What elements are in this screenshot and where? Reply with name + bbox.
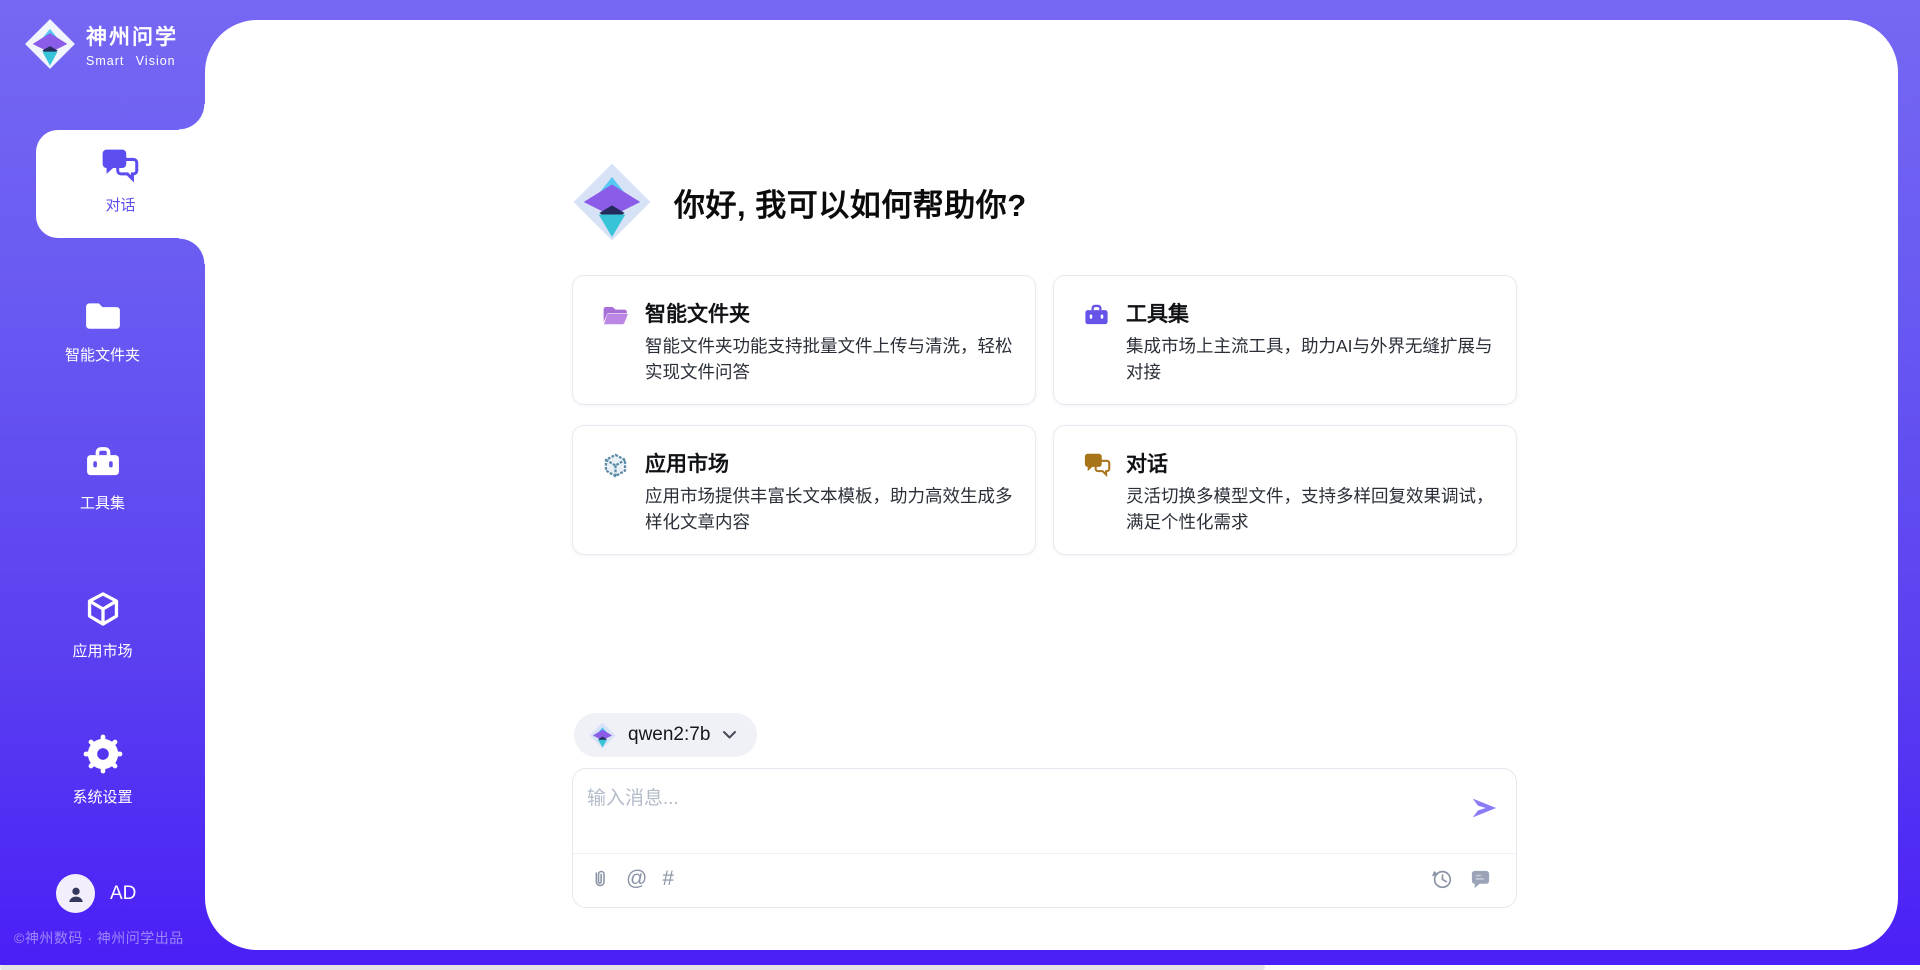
model-name: qwen2:7b (628, 724, 710, 746)
model-selector[interactable]: qwen2:7b (574, 713, 757, 757)
user-profile[interactable]: AD (56, 874, 136, 913)
message-input[interactable] (587, 783, 1447, 845)
chat-bubbles-icon (1083, 452, 1113, 479)
sidebar-item-label: 系统设置 (0, 786, 205, 807)
logo-diamond-icon (572, 162, 652, 242)
briefcase-icon (83, 444, 123, 480)
logo-diamond-icon (24, 18, 76, 70)
tab-fillet-bottom (179, 238, 205, 264)
feature-cards: 智能文件夹 智能文件夹功能支持批量文件上传与清洗，轻松实现文件问答 工具集 集成… (572, 275, 1517, 555)
logo-diamond-icon (589, 722, 616, 749)
folder-open-icon (602, 302, 629, 327)
card-description: 应用市场提供丰富长文本模板，助力高效生成多样化文章内容 (645, 483, 1023, 535)
composer-tools-right (1430, 867, 1492, 891)
app-window: 神州问学 Smart Vision 对话 智能文件夹 工具集 (0, 0, 1920, 970)
sidebar-item-smart-folder[interactable]: 智能文件夹 (0, 298, 205, 365)
chevron-down-icon (722, 730, 737, 740)
app-logo: 神州问学 Smart Vision (24, 18, 178, 70)
card-chat[interactable]: 对话 灵活切换多模型文件，支持多样回复效果调试，满足个性化需求 (1053, 425, 1517, 555)
mention-icon[interactable]: @ (626, 867, 647, 891)
card-title: 工具集 (1126, 298, 1189, 328)
gear-icon (83, 734, 123, 774)
card-title: 应用市场 (645, 448, 729, 478)
card-smart-folder[interactable]: 智能文件夹 智能文件夹功能支持批量文件上传与清洗，轻松实现文件问答 (572, 275, 1036, 405)
user-initials: AD (110, 883, 136, 905)
app-subtitle: Smart Vision (86, 54, 178, 68)
history-icon[interactable] (1430, 867, 1454, 891)
composer-divider (573, 853, 1516, 854)
avatar (56, 874, 95, 913)
card-title: 智能文件夹 (645, 298, 750, 328)
hashtag-icon[interactable]: # (662, 867, 674, 891)
sidebar-item-label: 对话 (36, 194, 205, 215)
sidebar-item-settings[interactable]: 系统设置 (0, 734, 205, 807)
app-market-icon (602, 452, 629, 479)
sidebar-item-label: 智能文件夹 (0, 344, 205, 365)
scrollbar-thumb[interactable] (0, 965, 1265, 970)
chat-bubbles-icon (100, 147, 142, 185)
attachment-icon[interactable] (589, 867, 611, 891)
message-composer: @ # (572, 768, 1517, 908)
card-description: 智能文件夹功能支持批量文件上传与清洗，轻松实现文件问答 (645, 333, 1023, 385)
greeting-block: 你好, 我可以如何帮助你? (572, 160, 1027, 244)
card-description: 集成市场上主流工具，助力AI与外界无缝扩展与对接 (1126, 333, 1504, 385)
card-toolset[interactable]: 工具集 集成市场上主流工具，助力AI与外界无缝扩展与对接 (1053, 275, 1517, 405)
app-title: 神州问学 (86, 21, 178, 51)
send-icon[interactable] (1469, 793, 1499, 823)
comment-icon[interactable] (1469, 867, 1492, 891)
toolbox-icon (1083, 302, 1110, 328)
tab-fillet-top (179, 104, 205, 130)
cube-icon (83, 590, 123, 628)
sidebar-item-chat[interactable]: 对话 (36, 130, 205, 238)
composer-tools-left: @ # (589, 867, 674, 891)
sidebar-item-app-market[interactable]: 应用市场 (0, 590, 205, 661)
person-icon (64, 882, 88, 906)
greeting-title: 你好, 我可以如何帮助你? (674, 180, 1027, 225)
copyright-text: ©神州数码 · 神州问学出品 (14, 928, 184, 948)
sidebar-item-label: 应用市场 (0, 640, 205, 661)
horizontal-scrollbar[interactable] (0, 965, 1920, 970)
card-title: 对话 (1126, 448, 1168, 478)
sidebar-item-toolset[interactable]: 工具集 (0, 444, 205, 513)
folder-icon (84, 298, 122, 332)
card-description: 灵活切换多模型文件，支持多样回复效果调试，满足个性化需求 (1126, 483, 1504, 535)
card-app-market[interactable]: 应用市场 应用市场提供丰富长文本模板，助力高效生成多样化文章内容 (572, 425, 1036, 555)
sidebar-item-label: 工具集 (0, 492, 205, 513)
